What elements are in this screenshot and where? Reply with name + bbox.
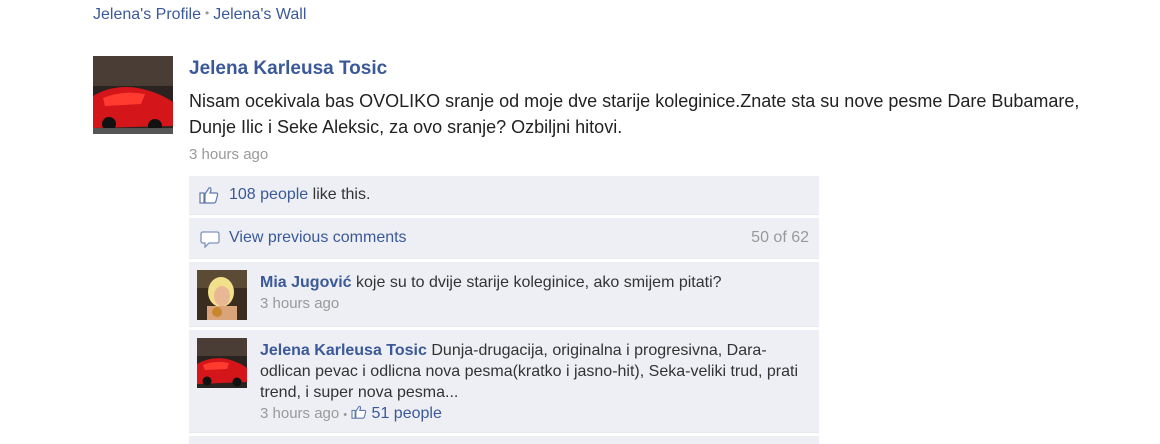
feedback-panel: 108 people like this. View previous comm… bbox=[189, 176, 819, 444]
post-message: Nisam ocekivala bas OVOLIKO sranje od mo… bbox=[189, 91, 1080, 137]
likes-people-link[interactable]: 108 people bbox=[229, 186, 308, 203]
view-previous-comments-link[interactable]: View previous comments bbox=[229, 229, 407, 247]
comment-author[interactable]: Mia Jugović bbox=[260, 274, 352, 291]
comment-body: Mia Jugović koje su to dvije starije kol… bbox=[260, 272, 800, 314]
likes-suffix: like this. bbox=[308, 186, 371, 203]
comment-timestamp[interactable]: 3 hours ago bbox=[260, 295, 339, 312]
likes-summary-row: 108 people like this. bbox=[189, 176, 819, 215]
breadcrumb-profile-link[interactable]: Jelena's Profile bbox=[93, 6, 201, 23]
comment-text: koje su to dvije starije koleginice, ako… bbox=[356, 274, 722, 291]
post-timestamp[interactable]: 3 hours ago bbox=[189, 146, 268, 163]
comment-item: Jelena Karleusa Tosic Dunja-drugacija, o… bbox=[189, 330, 819, 433]
comment-author[interactable]: Jelena Karleusa Tosic bbox=[260, 342, 427, 359]
comment-like-icon bbox=[351, 405, 367, 422]
breadcrumb-separator: • bbox=[205, 6, 210, 20]
breadcrumb-wall-link[interactable]: Jelena's Wall bbox=[213, 6, 306, 23]
comment-body: Jelena Karleusa Tosic Dunja-drugacija, o… bbox=[260, 340, 800, 426]
comments-count: 50 of 62 bbox=[751, 229, 809, 246]
comment-bubble-icon bbox=[199, 230, 221, 253]
commenter-avatar[interactable] bbox=[197, 338, 247, 388]
post-author-avatar[interactable] bbox=[93, 56, 173, 134]
meta-separator: • bbox=[343, 409, 348, 421]
comment-timestamp[interactable]: 3 hours ago bbox=[260, 405, 339, 422]
previous-comments-row: View previous comments 50 of 62 bbox=[189, 218, 819, 259]
commenter-avatar[interactable] bbox=[197, 270, 247, 320]
breadcrumb: Jelena's Profile • Jelena's Wall bbox=[93, 6, 306, 24]
thumbs-up-icon bbox=[199, 186, 219, 209]
comment-likes-link[interactable]: 51 people bbox=[372, 405, 442, 422]
comment-item: Mia Jugović koje su to dvije starije kol… bbox=[189, 262, 819, 327]
post-author-name[interactable]: Jelena Karleusa Tosic bbox=[189, 58, 387, 80]
